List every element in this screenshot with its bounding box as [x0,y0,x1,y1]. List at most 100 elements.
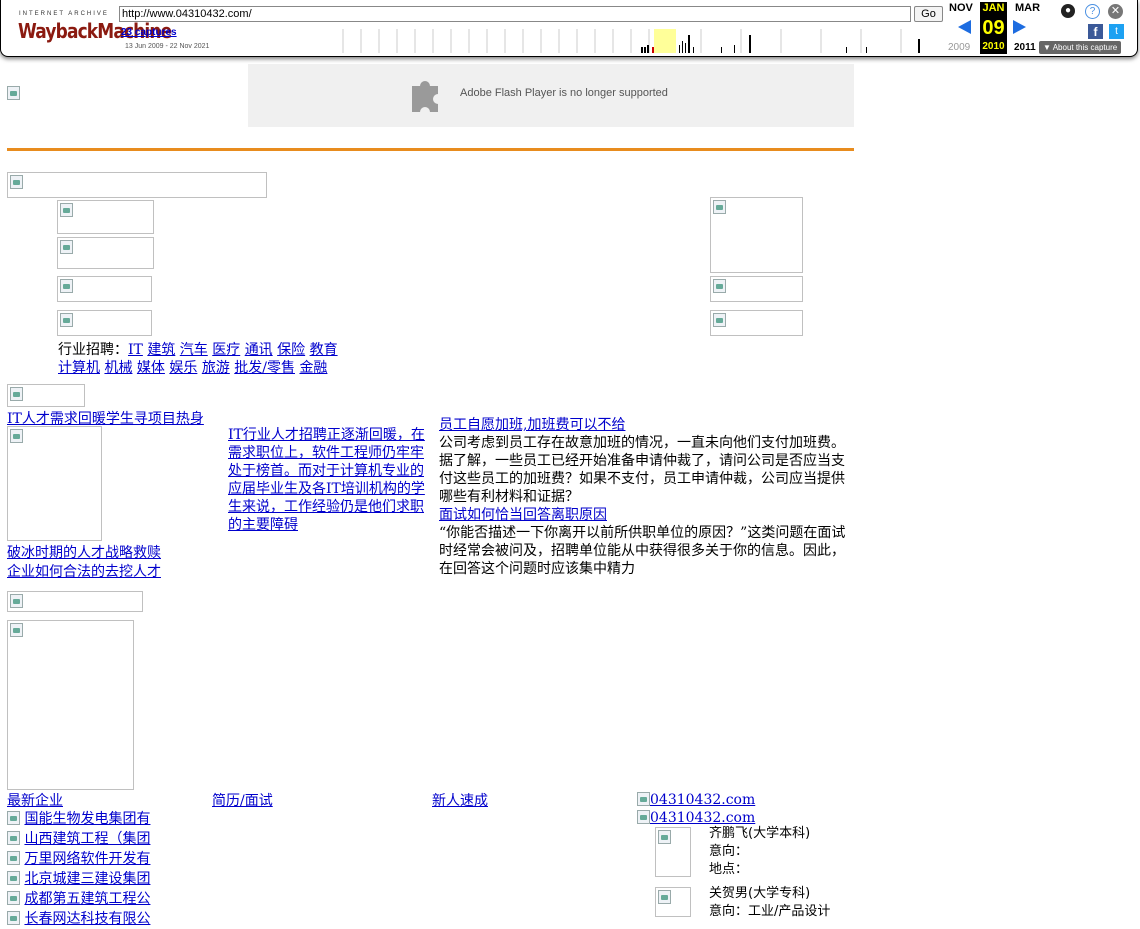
news-summary-link[interactable]: IT行业人才招聘正逐渐回暖，在需求职位上，软件工程师仍牢牢处于榜首。而对于计算机… [228,426,428,534]
prev-year[interactable]: 2009 [948,42,970,53]
side-image[interactable] [710,310,803,336]
section-title-image [7,591,143,612]
user-account-icon[interactable]: ● [1061,4,1075,18]
resume-interview-heading[interactable]: 简历/面试 [212,790,273,810]
current-day: 09 [980,16,1007,40]
wayback-logo-caption: INTERNET ARCHIVE [19,11,109,17]
person-intent: 意向： [709,844,749,859]
news-headline[interactable]: IT人才需求回暖学生寻项目热身 [7,408,204,428]
person-photo[interactable] [655,827,691,877]
news-photo[interactable] [7,426,102,541]
news-link[interactable]: 企业如何合法的去挖人才 [7,561,161,581]
article-body: “你能否描述一下你离开以前所供职单位的原因？”这类问题在面试时经常会被问及，招聘… [439,525,846,577]
url-input[interactable]: http://www.04310432.com/ [119,6,911,22]
next-month[interactable]: MAR [1015,2,1040,14]
industry-prefix: 行业招聘： [58,342,128,358]
nav-image[interactable] [57,276,152,302]
side-image [710,197,803,273]
close-icon[interactable]: ✕ [1108,4,1123,19]
company-link[interactable]: 山西建筑工程（集团 [24,831,150,847]
news-link[interactable]: 破冰时期的人才战略救赎 [7,542,161,562]
list-item[interactable]: 山西建筑工程（集团 [7,829,150,849]
side-image[interactable] [710,276,803,302]
industry-link-travel[interactable]: 旅游 [202,360,230,376]
company-list: 国能生物发电集团有 山西建筑工程（集团 万里网络软件开发有 北京城建三建设集团 … [7,809,150,929]
industry-links: 行业招聘：IT 建筑 汽车 医疗 通讯 保险 教育 计算机 机械 媒体 娱乐 旅… [58,341,338,377]
article-title[interactable]: 员工自愿加班,加班费可以不给 [439,416,855,434]
plugin-puzzle-icon [412,81,438,112]
twitter-icon[interactable]: t [1109,24,1124,39]
industry-link-auto[interactable]: 汽车 [180,342,208,358]
company-link[interactable]: 国能生物发电集团有 [24,811,150,827]
about-capture-label: About this capture [1052,43,1118,52]
latest-companies-heading[interactable]: 最新企业 [7,790,63,810]
industry-link-machinery[interactable]: 机械 [104,360,132,376]
next-year[interactable]: 2011 [1014,42,1036,53]
prev-capture-arrow-icon[interactable] [958,20,971,34]
help-icon[interactable]: ? [1085,4,1100,19]
article-list: 员工自愿加班,加班费可以不给 公司考虑到员工存在故意加班的情况，一直未向他们支付… [439,416,855,578]
current-year: 2010 [980,40,1007,54]
person-card: 关贺男(大学专科) 意向：工业/产品设计 [709,885,830,921]
quick-start-heading[interactable]: 新人速成 [432,790,488,810]
bullet-image-icon [7,831,20,845]
broken-image-icon [637,792,650,806]
list-item[interactable]: 国能生物发电集团有 [7,809,150,829]
industry-link-media[interactable]: 媒体 [137,360,165,376]
section-title-image [7,384,85,407]
next-capture-arrow-icon[interactable] [1013,20,1026,34]
go-button[interactable]: Go [914,6,943,22]
list-item[interactable]: 成都第五建筑工程公 [7,889,150,909]
industry-link-computer[interactable]: 计算机 [58,360,100,376]
industry-link-retail[interactable]: 批发/零售 [234,360,295,376]
nav-image[interactable] [57,200,154,234]
industry-link-medical[interactable]: 医疗 [212,342,240,358]
industry-link-it[interactable]: IT [128,342,143,358]
site-logo-link[interactable]: 04310432.com [637,808,755,826]
industry-link-entertainment[interactable]: 娱乐 [169,360,197,376]
about-capture-button[interactable]: ▼ About this capture [1039,41,1122,54]
capture-sparkline[interactable] [341,27,941,53]
captures-link[interactable]: 23 captures [121,27,177,38]
person-photo[interactable] [655,887,691,917]
prev-month[interactable]: NOV [949,2,973,14]
company-link[interactable]: 北京城建三建设集团 [24,871,150,887]
broken-image-icon [7,86,20,100]
ad-image[interactable] [7,620,134,790]
site-logo-link[interactable]: 04310432.com [637,790,755,808]
facebook-icon[interactable]: f [1088,24,1103,39]
orange-divider [7,148,854,151]
flash-placeholder: Adobe Flash Player is no longer supporte… [248,64,854,127]
industry-link-finance[interactable]: 金融 [299,360,327,376]
company-link[interactable]: 长春网达科技有限公 [24,911,150,927]
site-logo-links: 04310432.com 04310432.com [637,790,755,826]
company-link[interactable]: 成都第五建筑工程公 [24,891,150,907]
capture-date-range: 13 Jun 2009 - 22 Nov 2021 [125,43,210,50]
industry-link-telecom[interactable]: 通讯 [245,342,273,358]
banner-image [7,172,267,198]
broken-image-icon [637,810,650,824]
flash-notice: Adobe Flash Player is no longer supporte… [460,87,668,99]
bullet-image-icon [7,911,20,925]
site-alt-text[interactable]: 04310432.com [650,810,755,826]
bullet-image-icon [7,811,20,825]
industry-link-insurance[interactable]: 保险 [277,342,305,358]
person-card: 齐鹏飞(大学本科) 意向： 地点： [709,825,810,879]
industry-link-construction[interactable]: 建筑 [147,342,175,358]
bullet-image-icon [7,891,20,905]
site-alt-text[interactable]: 04310432.com [650,792,755,808]
person-intent: 意向：工业/产品设计 [709,904,831,919]
person-name[interactable]: 关贺男(大学专科) [709,885,830,903]
article-title[interactable]: 面试如何恰当回答离职原因 [439,506,855,524]
wayback-toolbar: INTERNET ARCHIVE WaybackMachine http://w… [0,0,1138,57]
list-item[interactable]: 万里网络软件开发有 [7,849,150,869]
person-name[interactable]: 齐鹏飞(大学本科) [709,825,810,843]
bullet-image-icon [7,851,20,865]
nav-image[interactable] [57,310,152,336]
industry-link-education[interactable]: 教育 [310,342,338,358]
list-item[interactable]: 北京城建三建设集团 [7,869,150,889]
company-link[interactable]: 万里网络软件开发有 [24,851,150,867]
current-month: JAN [980,2,1007,16]
nav-image[interactable] [57,237,154,269]
list-item[interactable]: 长春网达科技有限公 [7,909,150,929]
